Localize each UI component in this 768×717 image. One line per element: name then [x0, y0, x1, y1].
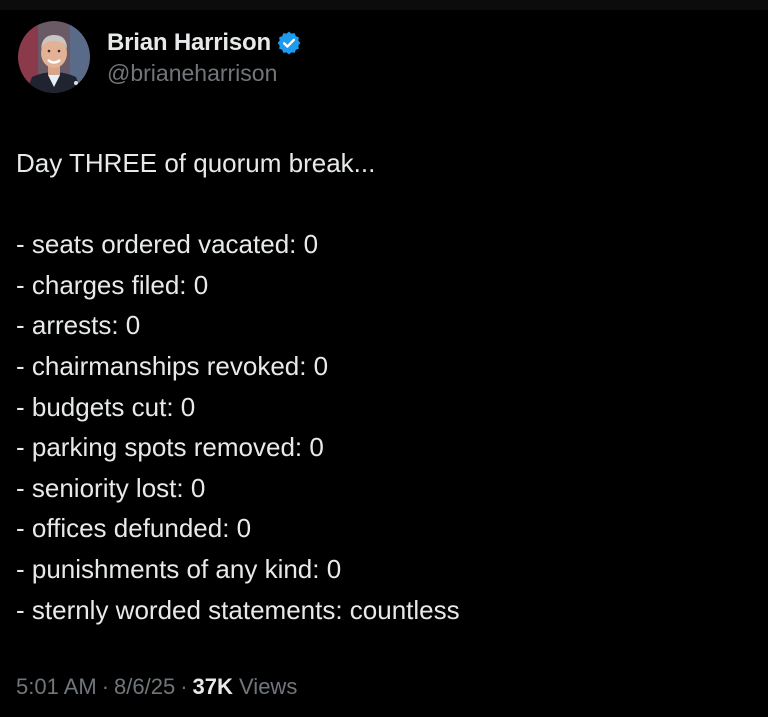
- display-name[interactable]: Brian Harrison: [107, 29, 271, 57]
- top-edge: [0, 0, 768, 10]
- list-item: - seniority lost: 0: [16, 472, 206, 503]
- tweet-date[interactable]: 8/6/25: [114, 674, 175, 699]
- name-row: Brian Harrison: [107, 28, 302, 58]
- tweet-text: Day THREE of quorum break... - seats ord…: [16, 143, 756, 630]
- list-item: - arrests: 0: [16, 310, 141, 341]
- tweet-time[interactable]: 5:01 AM: [16, 674, 97, 699]
- views-count[interactable]: 37K: [193, 674, 233, 699]
- list-item: - seats ordered vacated: 0: [16, 229, 319, 260]
- list-item: - charges filed: 0: [16, 269, 209, 300]
- author-block: Brian Harrison @brianeharrison: [107, 28, 302, 87]
- separator: ·: [101, 674, 110, 699]
- views-label: Views: [239, 674, 298, 699]
- tweet-intro: Day THREE of quorum break...: [16, 148, 376, 178]
- list-item: - chairmanships revoked: 0: [16, 350, 329, 381]
- list-item: - sternly worded statements: countless: [16, 594, 460, 625]
- tweet-header: Brian Harrison @brianeharrison: [18, 21, 302, 93]
- avatar-image: [18, 21, 90, 93]
- list-item: - offices defunded: 0: [16, 513, 252, 544]
- list-item: - parking spots removed: 0: [16, 432, 324, 463]
- avatar[interactable]: [18, 21, 90, 93]
- list-item: - budgets cut: 0: [16, 391, 196, 422]
- tweet-meta: 5:01 AM · 8/6/25 · 37K Views: [16, 674, 297, 700]
- handle[interactable]: @brianeharrison: [107, 60, 302, 87]
- separator: ·: [180, 674, 188, 699]
- list-item: - punishments of any kind: 0: [16, 553, 342, 584]
- verified-badge-icon[interactable]: [276, 30, 302, 56]
